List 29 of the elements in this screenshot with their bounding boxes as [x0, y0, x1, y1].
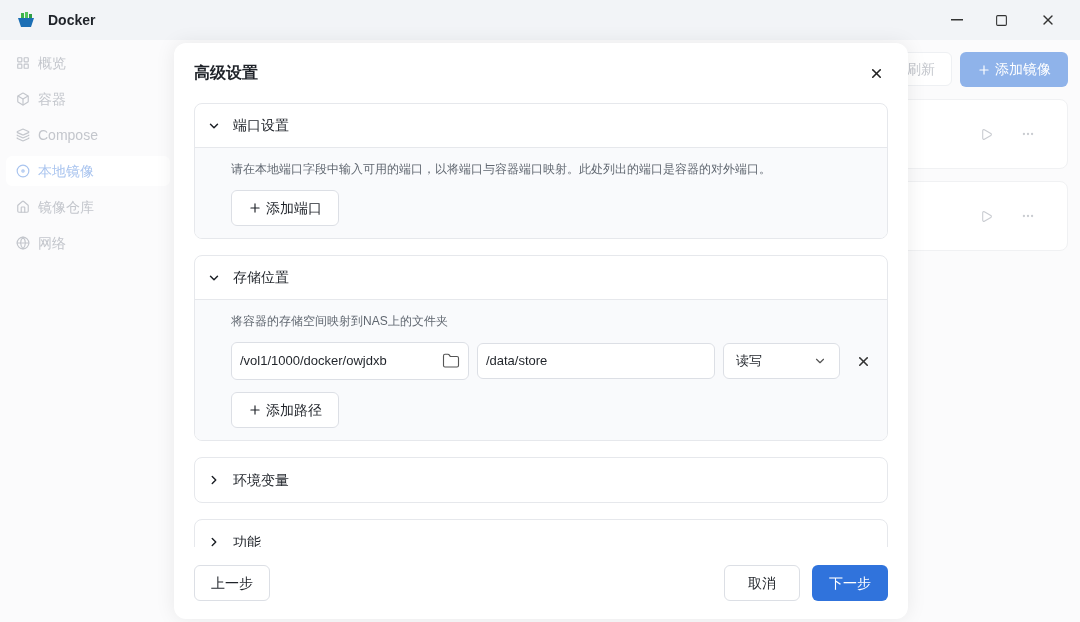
host-path-field[interactable]: /vol1/1000/docker/owjdxb — [231, 342, 469, 380]
play-icon — [980, 209, 993, 223]
folder-icon — [441, 352, 460, 370]
permission-dropdown[interactable]: 读写 — [722, 343, 840, 379]
section-description: 请在本地端口字段中输入可用的端口，以将端口与容器端口映射。此处列出的端口是容器的对外端口。 — [231, 161, 772, 178]
add-button[interactable]: 添加路径 — [231, 392, 339, 428]
grid-icon — [16, 56, 30, 70]
layers-icon — [16, 128, 30, 142]
maximize-button[interactable] — [995, 13, 1008, 27]
add-button[interactable]: 添加端口 — [231, 190, 339, 226]
container-path-field[interactable]: /data/store — [476, 343, 715, 379]
cube-icon — [16, 92, 30, 106]
plus-icon — [977, 62, 991, 77]
plus-icon — [248, 403, 262, 417]
cancel-button[interactable]: 取消 — [724, 565, 800, 601]
app-logo-icon — [16, 10, 36, 30]
house-icon — [16, 200, 30, 214]
minimize-icon — [951, 19, 963, 21]
section-description: 将容器的存储空间映射到NAS上的文件夹 — [231, 313, 449, 330]
back-button[interactable]: 上一步 — [194, 565, 270, 601]
play-icon — [980, 127, 993, 141]
dialog-title: 高级设置 — [194, 63, 258, 83]
next-button[interactable]: 下一步 — [812, 565, 888, 601]
minimize-button[interactable] — [951, 19, 963, 21]
globe-icon — [16, 236, 30, 250]
section-header[interactable]: 环境变量 — [195, 458, 887, 502]
maximize-icon — [995, 13, 1008, 27]
plus-icon — [248, 201, 262, 215]
window-title: Docker — [48, 10, 96, 30]
